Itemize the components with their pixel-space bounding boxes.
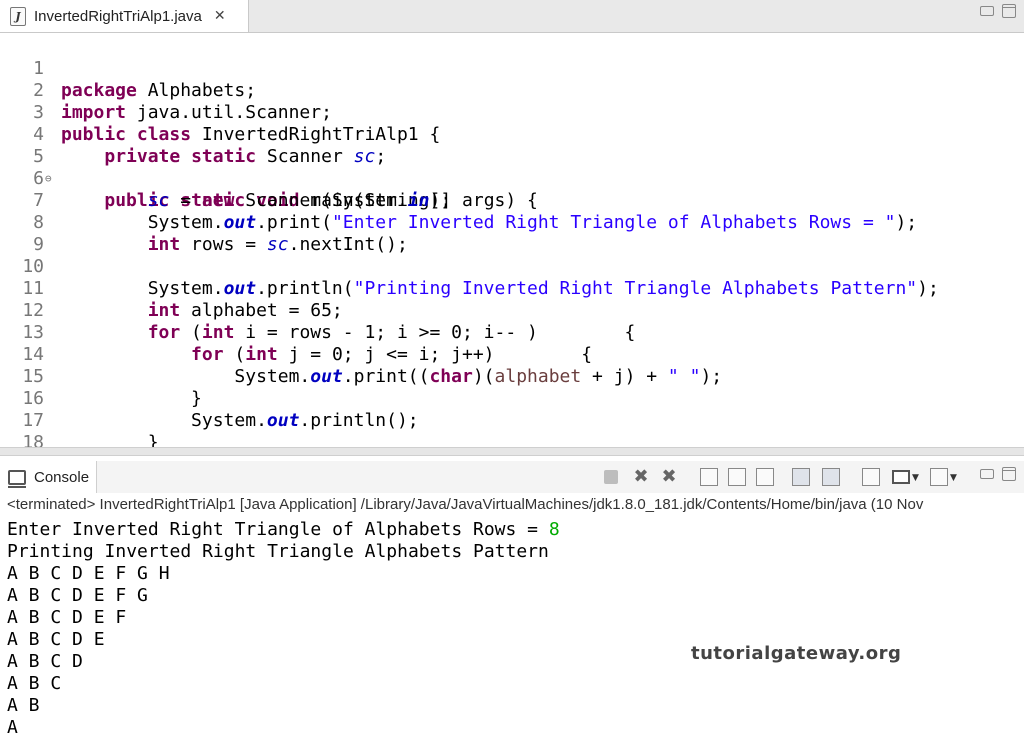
editor-tab-bar: J InvertedRightTriAlp1.java ✕ [0, 0, 1024, 33]
console-tab-label: Console [34, 468, 90, 486]
console-output-line: A B C D E F G [7, 585, 148, 606]
console-output-line: A [7, 717, 18, 738]
console-output-line: A B [7, 695, 40, 716]
code-line: 6 sc = new Scanner(System.in); [0, 146, 451, 211]
chevron-down-icon[interactable]: ▼ [912, 473, 920, 491]
close-icon[interactable]: ✕ [214, 8, 226, 24]
code-line: 16 System.out.println(); [0, 366, 418, 431]
user-input-value: 8 [548, 519, 560, 540]
clear-console-icon[interactable] [700, 468, 718, 486]
minimize-icon[interactable] [980, 6, 994, 16]
chevron-down-icon[interactable]: ▼ [950, 473, 958, 491]
minimize-icon[interactable] [980, 469, 994, 479]
fold-toggle-icon[interactable]: ⊖ [45, 168, 52, 190]
code-line: 13 for (int j = 0; j <= i; j++) { [0, 300, 592, 365]
console-output-line: A B C D E F G H [7, 563, 170, 584]
maximize-icon[interactable] [1002, 4, 1016, 18]
console-output-line: Enter Inverted Right Triangle of Alphabe… [7, 519, 560, 540]
remove-all-terminated-icon[interactable]: ✖ [660, 468, 678, 486]
java-file-icon: J [10, 6, 26, 26]
code-line: 17 } [0, 388, 158, 447]
console-icon [8, 469, 26, 488]
scroll-lock-icon[interactable] [728, 468, 746, 486]
code-line: 2 import java.util.Scanner; [0, 58, 332, 123]
code-line: 19 } [0, 432, 43, 447]
open-console-icon[interactable] [930, 468, 948, 486]
console-header: Console ✖ ✖ ▼ ▼ [0, 461, 1024, 493]
code-editor[interactable]: 1 package Alphabets; 2 import java.util.… [0, 33, 1024, 447]
show-stdout-icon[interactable] [792, 468, 810, 486]
code-line: 8 int rows = sc.nextInt(); [0, 190, 408, 255]
panel-splitter[interactable] [0, 447, 1024, 456]
code-line: 4 private static Scanner sc; [0, 102, 386, 167]
console-status: <terminated> InvertedRightTriAlp1 [Java … [7, 496, 924, 513]
console-output-line: A B C D E [7, 629, 105, 650]
code-line: 15 } [0, 344, 202, 409]
code-line: 18 } [0, 410, 44, 447]
watermark: tutorialgateway.org [691, 643, 902, 664]
code-line: 3 public class InvertedRightTriAlp1 { [0, 80, 440, 145]
code-line: 9 [0, 212, 44, 255]
code-line: 11 int alphabet = 65; [0, 256, 342, 321]
console-output-line: Printing Inverted Right Triangle Alphabe… [7, 541, 549, 562]
code-line: 12 for (int i = rows - 1; i >= 0; i-- ) … [0, 278, 635, 343]
tab-console[interactable]: Console [0, 461, 97, 493]
word-wrap-icon[interactable] [756, 468, 774, 486]
remove-launch-icon[interactable]: ✖ [632, 468, 650, 486]
maximize-icon[interactable] [1002, 467, 1016, 481]
tab-java-file[interactable]: J InvertedRightTriAlp1.java ✕ [0, 0, 249, 32]
console-output-line: A B C D [7, 651, 83, 672]
code-line: 7 System.out.print("Enter Inverted Right… [0, 168, 917, 233]
display-console-icon[interactable] [892, 470, 910, 484]
code-line: 14 System.out.print((char)(alphabet + j)… [0, 322, 722, 387]
console-output-line: A B C [7, 673, 62, 694]
code-line: 10 System.out.println("Printing Inverted… [0, 234, 939, 299]
console-output-line: A B C D E F [7, 607, 127, 628]
tab-title: InvertedRightTriAlp1.java [34, 7, 202, 25]
code-line: 1 package Alphabets; [0, 36, 256, 101]
show-stderr-icon[interactable] [822, 468, 840, 486]
terminate-icon[interactable] [604, 470, 618, 484]
pin-console-icon[interactable] [862, 468, 880, 486]
code-line: 5 ⊖ public static void main(String[] arg… [0, 124, 538, 211]
